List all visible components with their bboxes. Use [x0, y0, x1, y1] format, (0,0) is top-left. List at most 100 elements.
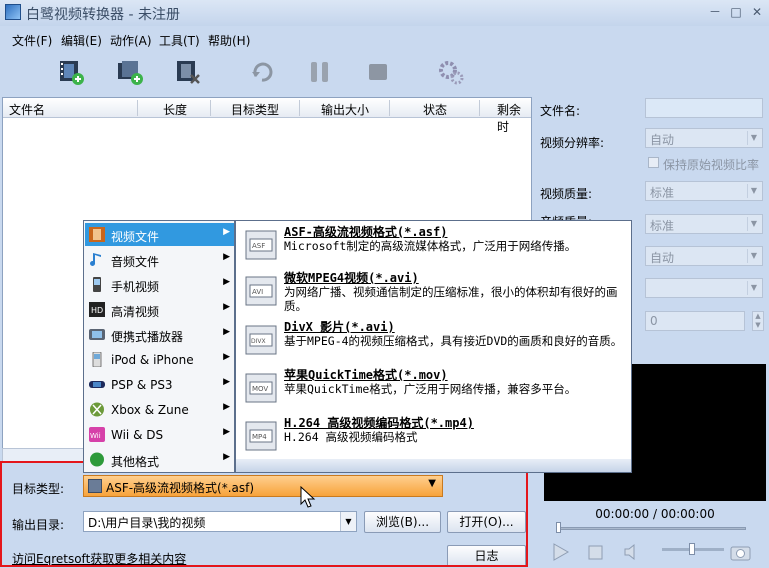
add-folder-icon[interactable] — [116, 58, 144, 86]
speaker-icon[interactable] — [623, 542, 639, 562]
stop-icon[interactable] — [364, 58, 392, 86]
stop-icon[interactable] — [588, 542, 604, 562]
play-icon[interactable] — [550, 542, 570, 562]
close-button[interactable]: ✕ — [749, 4, 765, 20]
mp4-format-icon: MP4 — [245, 421, 277, 451]
refresh-icon[interactable] — [248, 58, 276, 86]
column-remaining[interactable]: 剩余时 — [497, 101, 531, 135]
menu-item-xbox-zune[interactable]: Xbox & Zune ▶ — [85, 398, 234, 421]
audio-quality-select[interactable]: 标准 ▼ — [645, 214, 763, 234]
audio-channel-select[interactable]: ▼ — [645, 278, 763, 298]
music-note-icon — [90, 253, 101, 266]
video-quality-select[interactable]: 标准 ▼ — [645, 181, 763, 201]
title-bar: 白鹭视频转换器 - 未注册 － □ ✕ — [0, 0, 769, 26]
pause-icon[interactable] — [306, 58, 334, 86]
audio-rate-value: 自动 — [650, 251, 675, 265]
chevron-right-icon: ▶ — [223, 327, 230, 337]
video-quality-value: 标准 — [650, 186, 675, 200]
menu-item-psp-ps3[interactable]: PSP & PS3 ▶ — [85, 373, 234, 396]
keep-ratio-checkbox[interactable] — [648, 157, 659, 168]
chevron-right-icon: ▶ — [223, 352, 230, 362]
ipod-icon — [92, 352, 102, 367]
format-description: 为网络广播、视频通信制定的压缩标准，很小的体积却有很好的画质。 — [284, 285, 618, 313]
svg-text:HD: HD — [91, 306, 103, 315]
volume-field[interactable]: 0 — [645, 311, 745, 331]
column-status[interactable]: 状态 — [423, 101, 447, 118]
column-target-type[interactable]: 目标类型 — [231, 101, 279, 118]
format-item-mov[interactable]: MOV 苹果QuickTime格式(*.mov) 苹果QuickTime格式，广… — [242, 366, 632, 414]
format-name: 微软MPEG4视频(*.avi) — [284, 271, 419, 285]
chevron-down-icon: ▼ — [747, 249, 760, 263]
menu-tools[interactable]: 工具(T) — [159, 32, 200, 49]
menu-item-label: 手机视频 — [111, 280, 160, 294]
mov-format-icon: MOV — [245, 373, 277, 403]
filename-label: 文件名: — [540, 104, 581, 118]
video-quality-label: 视频质量: — [540, 187, 593, 201]
phone-icon — [93, 277, 101, 292]
chevron-right-icon: ▶ — [223, 252, 230, 262]
format-name: DivX 影片(*.avi) — [284, 320, 395, 334]
format-item-asf[interactable]: ASF ASF-高级流视频格式(*.asf) Microsoft制定的高级流媒体… — [242, 223, 632, 271]
chevron-right-icon: ▶ — [223, 452, 230, 462]
chevron-down-icon: ▼ — [747, 131, 760, 145]
remove-icon[interactable] — [174, 58, 202, 86]
submenu-scroll-indicator[interactable] — [236, 459, 631, 472]
column-output-size[interactable]: 输出大小 — [321, 101, 369, 118]
format-description: 基于MPEG-4的视频压缩格式，具有接近DVD的画质和良好的音质。 — [284, 334, 623, 348]
volume-thumb[interactable] — [689, 543, 695, 555]
format-item-mp4[interactable]: MP4 H.264 高级视频编码格式(*.mp4) H.264 高级视频编码格式 — [242, 414, 632, 462]
menu-file[interactable]: 文件(F) — [12, 32, 52, 49]
menu-item-portable-player[interactable]: 便携式播放器 ▶ — [85, 323, 234, 346]
menu-item-label: 便携式播放器 — [111, 330, 184, 344]
chevron-right-icon: ▶ — [223, 427, 230, 437]
asf-format-icon: ASF — [245, 230, 277, 260]
chevron-down-icon: ▼ — [747, 184, 760, 198]
format-description: Microsoft制定的高级流媒体格式，广泛用于网络传播。 — [284, 239, 577, 253]
camera-icon[interactable] — [730, 542, 752, 562]
menu-item-label: 音频文件 — [111, 255, 160, 269]
format-description: H.264 高级视频编码格式 — [284, 430, 418, 444]
minimize-button[interactable]: － — [707, 4, 723, 20]
other-format-icon — [90, 452, 104, 467]
menu-bar: 文件(F) 编辑(E) 动作(A) 工具(T) 帮助(H) — [0, 30, 769, 50]
settings-icon[interactable] — [437, 58, 465, 86]
column-length[interactable]: 长度 — [163, 101, 187, 118]
chevron-right-icon: ▶ — [223, 227, 230, 237]
add-video-icon[interactable] — [57, 58, 85, 86]
format-name: H.264 高级视频编码格式(*.mp4) — [284, 416, 474, 430]
menu-action[interactable]: 动作(A) — [110, 32, 152, 49]
menu-item-label: Wii & DS — [111, 428, 164, 442]
audio-rate-select[interactable]: 自动 ▼ — [645, 246, 763, 266]
menu-item-label: 其他格式 — [111, 455, 160, 469]
toolbar — [0, 54, 540, 94]
mouse-cursor-icon — [300, 486, 316, 508]
menu-item-video-files[interactable]: 视频文件 ▶ — [85, 223, 234, 246]
resolution-select[interactable]: 自动 ▼ — [645, 128, 763, 148]
chevron-down-icon: ▼ — [747, 217, 760, 231]
menu-item-mobile-video[interactable]: 手机视频 ▶ — [85, 273, 234, 296]
menu-help[interactable]: 帮助(H) — [208, 32, 250, 49]
format-item-avi[interactable]: AVI 微软MPEG4视频(*.avi) 为网络广播、视频通信制定的压缩标准，很… — [242, 269, 632, 317]
chevron-right-icon: ▶ — [223, 277, 230, 287]
filename-field[interactable] — [645, 98, 763, 118]
divx-format-icon: DIVX — [245, 325, 277, 355]
menu-item-label: 视频文件 — [111, 230, 160, 244]
seek-bar[interactable] — [556, 527, 746, 530]
menu-item-hd-video[interactable]: HD 高清视频 ▶ — [85, 298, 234, 321]
menu-item-label: Xbox & Zune — [111, 403, 189, 417]
menu-edit[interactable]: 编辑(E) — [61, 32, 102, 49]
volume-spinner[interactable]: ▲ ▼ — [752, 311, 764, 331]
menu-item-wii-ds[interactable]: Wii Wii & DS ▶ — [85, 423, 234, 446]
seek-thumb[interactable] — [556, 522, 561, 533]
maximize-button[interactable]: □ — [728, 4, 744, 20]
menu-item-audio-files[interactable]: 音频文件 ▶ — [85, 248, 234, 271]
psp-icon — [89, 381, 105, 388]
format-item-divx[interactable]: DIVX DivX 影片(*.avi) 基于MPEG-4的视频压缩格式，具有接近… — [242, 318, 632, 366]
chevron-right-icon: ▶ — [223, 302, 230, 312]
horizontal-scrollbar[interactable] — [2, 448, 92, 462]
svg-text:MOV: MOV — [252, 385, 268, 393]
menu-item-ipod-iphone[interactable]: iPod & iPhone ▶ — [85, 348, 234, 371]
avi-format-icon: AVI — [245, 276, 277, 306]
menu-item-other-formats[interactable]: 其他格式 ▶ — [85, 448, 234, 471]
column-filename[interactable]: 文件名 — [9, 101, 45, 118]
